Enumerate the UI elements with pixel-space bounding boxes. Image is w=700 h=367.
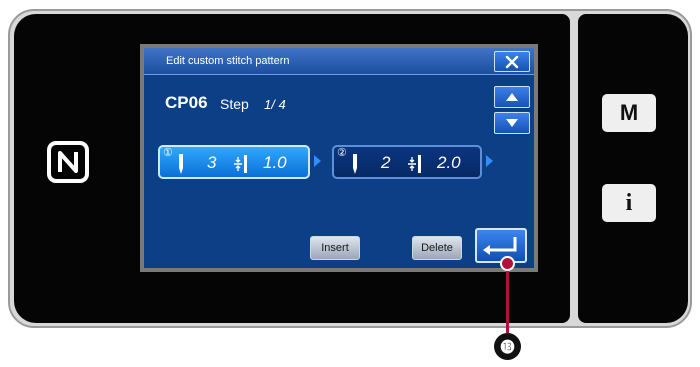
stitch-length-icon <box>234 155 247 173</box>
step-button-2[interactable]: ② 2 2.0 <box>332 145 482 179</box>
callout-line <box>506 262 509 333</box>
pattern-name: CP06 <box>165 93 208 112</box>
triangle-down-icon <box>506 119 518 127</box>
nfc-icon <box>47 141 89 183</box>
close-button[interactable] <box>494 51 530 72</box>
stitch-length-icon <box>408 155 421 173</box>
step-counter: 1/ 4 <box>264 97 286 112</box>
title-bar: Edit custom stitch pattern <box>144 48 534 75</box>
stitch-count-1: 3 <box>207 153 217 172</box>
info-button[interactable]: i <box>602 184 656 222</box>
stitch-length-1: 1.0 <box>263 153 287 172</box>
delete-button[interactable]: Delete <box>412 236 462 260</box>
step-index-1: ① <box>163 147 173 159</box>
stitch-length-2: 2.0 <box>437 153 461 172</box>
step-button-1[interactable]: ① 3 1.0 <box>158 145 310 179</box>
needle-icon <box>353 154 357 174</box>
mode-button[interactable]: M <box>602 94 656 132</box>
enter-icon <box>483 237 517 255</box>
triangle-up-icon <box>506 93 518 101</box>
screen-content: Edit custom stitch pattern CP06 Step 1/ … <box>144 48 534 268</box>
sequence-arrow-icon <box>486 155 493 167</box>
lcd-screen: Edit custom stitch pattern CP06 Step 1/ … <box>140 44 538 272</box>
window-title: Edit custom stitch pattern <box>166 55 290 67</box>
step-label: Step <box>220 96 249 112</box>
scroll-down-button[interactable] <box>494 112 530 134</box>
callout-dot <box>500 256 515 271</box>
sequence-arrow-icon <box>314 155 321 167</box>
callout-number: ⓭ <box>494 333 521 360</box>
side-panel <box>578 14 688 323</box>
scroll-up-button[interactable] <box>494 86 530 108</box>
needle-icon <box>179 154 183 174</box>
close-icon <box>505 55 519 68</box>
stitch-count-2: 2 <box>381 153 391 172</box>
step-index-2: ② <box>337 147 347 159</box>
insert-button[interactable]: Insert <box>310 236 360 260</box>
